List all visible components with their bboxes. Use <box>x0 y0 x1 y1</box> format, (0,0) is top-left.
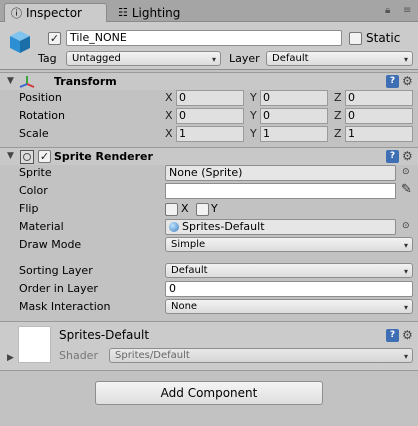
material-preview <box>18 326 51 363</box>
tab-inspector[interactable]: ⓘ Inspector <box>4 3 107 22</box>
dropdown-arrow-icon: ▾ <box>403 303 408 312</box>
order-in-layer-label: Order in Layer <box>19 282 98 295</box>
tag-dropdown[interactable]: Untagged ▾ <box>66 51 221 66</box>
shader-dropdown[interactable]: Sprites/Default ▾ <box>109 348 413 363</box>
sorting-layer-dropdown[interactable]: Default ▾ <box>165 263 413 278</box>
axis-z-label: Z <box>334 127 342 140</box>
draw-mode-label: Draw Mode <box>19 238 82 251</box>
rotation-z-field[interactable]: 0 <box>345 108 413 124</box>
transform-title: Transform <box>54 75 117 88</box>
axis-x-label: X <box>165 109 173 122</box>
lock-icon[interactable]: 🔒︎ <box>385 6 395 16</box>
foldout-arrow-icon[interactable]: ▼ <box>7 151 14 161</box>
scale-x-field[interactable]: 1 <box>176 126 244 142</box>
shader-label: Shader <box>59 349 98 362</box>
axis-z-label: Z <box>334 91 342 104</box>
sprite-label: Sprite <box>19 166 52 179</box>
scale-z-field[interactable]: 1 <box>345 126 413 142</box>
sorting-layer-label: Sorting Layer <box>19 264 93 277</box>
rotation-label: Rotation <box>19 109 66 122</box>
tab-inspector-label: Inspector <box>26 6 82 20</box>
position-y-field[interactable]: 0 <box>260 90 328 106</box>
material-panel: ▶ Sprites-Default ? ⚙ Shader Sprites/Def… <box>0 322 418 370</box>
material-field[interactable]: Sprites-Default <box>165 219 396 235</box>
order-in-layer-field[interactable]: 0 <box>165 281 413 297</box>
object-picker-icon[interactable]: ⊙ <box>402 221 410 231</box>
gear-icon[interactable]: ⚙ <box>402 329 413 342</box>
tab-bar: ⓘ Inspector ☷ Lighting 🔒︎ ≡ <box>0 0 418 22</box>
help-icon[interactable]: ? <box>386 329 399 342</box>
flip-x-checkbox[interactable] <box>165 203 178 216</box>
flip-x-label: X <box>181 202 189 215</box>
mask-interaction-dropdown[interactable]: None ▾ <box>165 299 413 314</box>
flip-y-checkbox[interactable] <box>196 203 209 216</box>
dropdown-arrow-icon: ▾ <box>403 55 408 64</box>
tag-label: Tag <box>38 52 57 65</box>
material-name: Sprites-Default <box>59 328 150 342</box>
transform-header[interactable]: ▼ Transform ? ⚙ <box>0 72 418 90</box>
position-z-field[interactable]: 0 <box>345 90 413 106</box>
gameobject-name-field[interactable]: Tile_NONE <box>66 30 342 46</box>
rotation-y-field[interactable]: 0 <box>260 108 328 124</box>
shader-value: Sprites/Default <box>115 350 190 361</box>
scale-label: Scale <box>19 127 49 140</box>
menu-icon[interactable]: ≡ <box>403 6 413 16</box>
eyedropper-icon[interactable]: ✎ <box>401 183 412 197</box>
static-checkbox[interactable] <box>349 32 362 45</box>
tab-lighting[interactable]: ☷ Lighting <box>112 3 202 22</box>
object-picker-icon[interactable]: ⊙ <box>402 167 410 177</box>
dropdown-arrow-icon: ▾ <box>403 267 408 276</box>
dropdown-arrow-icon: ▾ <box>403 352 408 361</box>
dropdown-arrow-icon: ▾ <box>403 241 408 250</box>
mask-interaction-value: None <box>171 301 198 312</box>
flip-label: Flip <box>19 202 39 215</box>
tag-value: Untagged <box>72 53 121 64</box>
color-label: Color <box>19 184 48 197</box>
static-label: Static <box>366 31 401 45</box>
axis-y-label: Y <box>250 109 257 122</box>
info-icon: ⓘ <box>11 7 22 20</box>
axis-x-label: X <box>165 127 173 140</box>
help-icon[interactable]: ? <box>386 75 399 88</box>
axis-y-label: Y <box>250 127 257 140</box>
axis-x-label: X <box>165 91 173 104</box>
material-value: Sprites-Default <box>182 220 265 233</box>
sorting-layer-value: Default <box>171 265 208 276</box>
axis-y-label: Y <box>250 91 257 104</box>
sprite-renderer-header[interactable]: ▼ ✓ Sprite Renderer ? ⚙ <box>0 147 418 165</box>
active-checkbox[interactable]: ✓ <box>48 32 61 45</box>
position-x-field[interactable]: 0 <box>176 90 244 106</box>
lighting-icon: ☷ <box>118 6 128 19</box>
cube-icon <box>10 31 30 53</box>
sprite-field[interactable]: None (Sprite) <box>165 165 396 181</box>
sprite-renderer-enabled-checkbox[interactable]: ✓ <box>38 150 51 163</box>
help-icon[interactable]: ? <box>386 150 399 163</box>
color-swatch[interactable] <box>165 183 396 199</box>
position-label: Position <box>19 91 62 104</box>
sprite-renderer-title: Sprite Renderer <box>54 150 153 163</box>
scale-y-field[interactable]: 1 <box>260 126 328 142</box>
layer-value: Default <box>272 53 309 64</box>
axis-z-label: Z <box>334 109 342 122</box>
draw-mode-value: Simple <box>171 239 206 250</box>
tab-lighting-label: Lighting <box>131 5 181 20</box>
material-label: Material <box>19 220 64 233</box>
mask-interaction-label: Mask Interaction <box>19 300 111 313</box>
layer-dropdown[interactable]: Default ▾ <box>266 51 413 66</box>
draw-mode-dropdown[interactable]: Simple ▾ <box>165 237 413 252</box>
gear-icon[interactable]: ⚙ <box>402 75 413 88</box>
layer-label: Layer <box>229 52 260 65</box>
add-component-button[interactable]: Add Component <box>95 381 323 405</box>
material-sphere-icon <box>169 222 179 232</box>
foldout-arrow-icon[interactable]: ▼ <box>7 76 14 86</box>
gameobject-header: ✓ Tile_NONE Static Tag Untagged ▾ Layer … <box>0 22 418 70</box>
divider <box>0 370 418 371</box>
sprite-renderer-icon <box>20 150 34 164</box>
gear-icon[interactable]: ⚙ <box>402 150 413 163</box>
flip-y-label: Y <box>211 202 218 215</box>
dropdown-arrow-icon: ▾ <box>211 55 216 64</box>
rotation-x-field[interactable]: 0 <box>176 108 244 124</box>
transform-axes-icon <box>19 76 35 88</box>
foldout-arrow-icon[interactable]: ▶ <box>7 353 14 363</box>
